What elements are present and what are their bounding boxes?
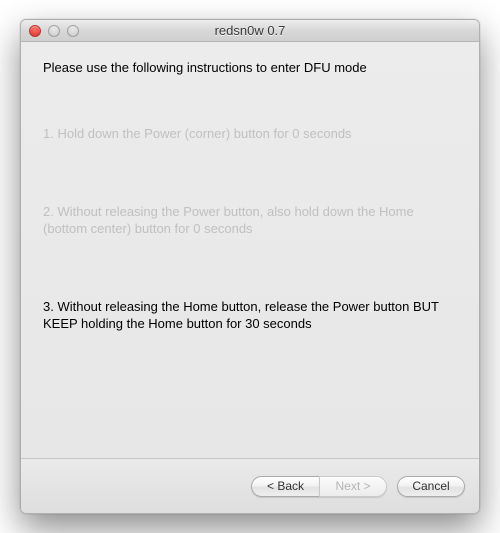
instruction-header: Please use the following instructions to… bbox=[43, 60, 457, 75]
nav-button-group: < Back Next > bbox=[251, 476, 387, 497]
content-area: Please use the following instructions to… bbox=[21, 42, 479, 458]
window-title: redsn0w 0.7 bbox=[21, 23, 479, 38]
minimize-icon[interactable] bbox=[48, 25, 60, 37]
titlebar: redsn0w 0.7 bbox=[21, 20, 479, 42]
back-button[interactable]: < Back bbox=[251, 476, 319, 497]
app-window: redsn0w 0.7 Please use the following ins… bbox=[20, 19, 480, 514]
dfu-step-2: 2. Without releasing the Power button, a… bbox=[43, 203, 457, 238]
footer: < Back Next > Cancel bbox=[21, 458, 479, 513]
next-button: Next > bbox=[319, 476, 387, 497]
close-icon[interactable] bbox=[29, 25, 41, 37]
zoom-icon[interactable] bbox=[67, 25, 79, 37]
dfu-step-1: 1. Hold down the Power (corner) button f… bbox=[43, 125, 457, 143]
traffic-lights bbox=[29, 25, 79, 37]
cancel-button[interactable]: Cancel bbox=[397, 476, 465, 497]
dfu-step-3: 3. Without releasing the Home button, re… bbox=[43, 298, 457, 333]
